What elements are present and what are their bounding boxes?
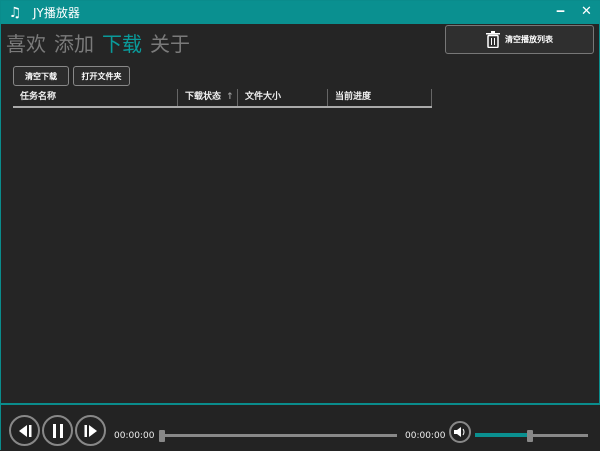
sort-up-icon: ↑ bbox=[226, 92, 234, 102]
progress-slider[interactable] bbox=[161, 434, 397, 437]
music-note-icon: ♫ bbox=[8, 4, 22, 21]
previous-icon bbox=[18, 424, 31, 437]
clear-downloads-button[interactable]: 清空下载 bbox=[13, 66, 69, 86]
tab-about[interactable]: 关于 bbox=[150, 28, 190, 57]
volume-button[interactable] bbox=[449, 421, 471, 443]
previous-button[interactable] bbox=[9, 415, 40, 446]
column-label: 文件大小 bbox=[245, 92, 282, 102]
column-progress[interactable]: 当前进度 bbox=[328, 89, 432, 106]
volume-fill bbox=[475, 433, 531, 437]
clear-playlist-button[interactable]: 清空播放列表 bbox=[445, 25, 594, 54]
title-bar: ♫ JY播放器 ‒ ✕ bbox=[1, 1, 600, 24]
speaker-icon bbox=[454, 427, 465, 437]
current-time: 00:00:00 bbox=[114, 431, 155, 441]
tab-add[interactable]: 添加 bbox=[54, 28, 94, 57]
progress-slider-thumb[interactable] bbox=[159, 430, 165, 442]
clear-playlist-label: 清空播放列表 bbox=[505, 35, 553, 44]
column-download-status[interactable]: 下载状态 ↑ bbox=[178, 89, 238, 106]
app-title: JY播放器 bbox=[33, 6, 80, 20]
trash-icon bbox=[486, 31, 500, 48]
tab-favorites[interactable]: 喜欢 bbox=[6, 28, 46, 57]
total-time: 00:00:00 bbox=[405, 431, 446, 441]
column-label: 当前进度 bbox=[335, 92, 372, 102]
column-task-name[interactable]: 任务名称 bbox=[13, 89, 178, 106]
minimize-button[interactable]: ‒ bbox=[556, 4, 565, 19]
pause-button[interactable] bbox=[42, 415, 73, 446]
download-table-header: 任务名称 下载状态 ↑ 文件大小 当前进度 bbox=[13, 89, 432, 108]
open-folder-button[interactable]: 打开文件夹 bbox=[73, 66, 130, 86]
column-file-size[interactable]: 文件大小 bbox=[238, 89, 328, 106]
column-label: 任务名称 bbox=[20, 92, 57, 102]
volume-slider-thumb[interactable] bbox=[527, 430, 534, 442]
main-tabs: 喜欢 添加 下载 关于 bbox=[6, 28, 190, 57]
pause-icon bbox=[52, 423, 63, 438]
next-button[interactable] bbox=[75, 415, 106, 446]
player-controls: 00:00:00 00:00:00 bbox=[1, 403, 600, 451]
tab-download[interactable]: 下载 bbox=[102, 28, 142, 57]
app-window: ♫ JY播放器 ‒ ✕ 喜欢 添加 下载 关于 清空播放列表 清空下载 打开文件… bbox=[0, 0, 600, 451]
next-icon bbox=[84, 424, 97, 437]
column-label: 下载状态 bbox=[185, 92, 222, 102]
close-button[interactable]: ✕ bbox=[581, 4, 592, 19]
